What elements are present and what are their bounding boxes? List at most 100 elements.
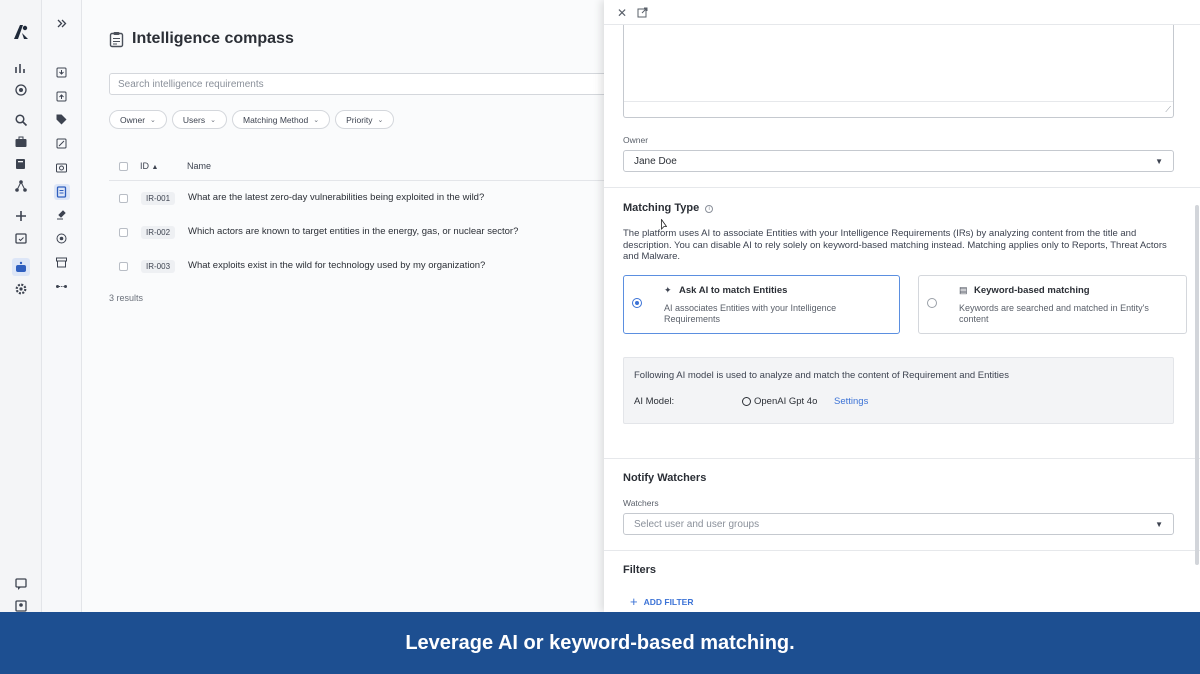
- option-description: Keywords are searched and matched in Ent…: [959, 303, 1149, 324]
- watchers-select[interactable]: Select user and user groups ▼: [623, 513, 1174, 535]
- description-textarea[interactable]: ⟋: [623, 25, 1174, 118]
- tag-icon[interactable]: [54, 112, 70, 128]
- ai-model-box: Following AI model is used to analyze an…: [623, 357, 1174, 424]
- main-content: Intelligence compass Search intelligence…: [82, 0, 609, 612]
- search-input[interactable]: Search intelligence requirements: [109, 73, 609, 95]
- radio-ai-match[interactable]: [632, 298, 642, 308]
- expand-sidebar-icon[interactable]: [54, 16, 70, 32]
- filter-bar: Owner ⌄ Users ⌄ Matching Method ⌄ Priority ⌄: [109, 110, 395, 129]
- radio-keyword-match[interactable]: [927, 298, 937, 308]
- id-badge: IR-003: [141, 260, 176, 273]
- resize-handle-icon[interactable]: ⟋: [1165, 105, 1171, 115]
- notify-watchers-title: Notify Watchers: [623, 472, 707, 484]
- owner-label: Owner: [623, 135, 649, 145]
- divider: [604, 187, 1200, 188]
- dashboard-icon[interactable]: [12, 59, 30, 77]
- textarea-divider: [624, 101, 1173, 102]
- filter-owner[interactable]: Owner ⌄: [109, 110, 167, 129]
- owner-select[interactable]: Jane Doe ▼: [623, 150, 1174, 172]
- scrollbar[interactable]: [1195, 205, 1199, 565]
- row-name[interactable]: What are the latest zero-day vulnerabili…: [188, 192, 484, 203]
- filter-matching-method[interactable]: Matching Method ⌄: [232, 110, 331, 129]
- model-label: AI Model:: [634, 396, 675, 407]
- calendar-icon[interactable]: [12, 229, 30, 247]
- filters-title: Filters: [623, 564, 657, 576]
- panel-toolbar: ✕: [604, 0, 1200, 25]
- camera-icon[interactable]: [54, 160, 70, 176]
- row-name[interactable]: What exploits exist in the wild for tech…: [188, 260, 485, 271]
- row-checkbox[interactable]: [119, 262, 128, 271]
- inbox-in-icon[interactable]: [54, 65, 70, 81]
- caret-down-icon: ▼: [1155, 520, 1163, 529]
- info-icon[interactable]: i: [705, 205, 714, 213]
- archive-icon[interactable]: [54, 255, 70, 271]
- caret-down-icon: ▼: [1155, 157, 1163, 166]
- plus-icon[interactable]: [12, 207, 30, 225]
- divider: [604, 458, 1200, 459]
- divider: [604, 550, 1200, 551]
- rule-icon[interactable]: [54, 136, 70, 152]
- row-name[interactable]: Which actors are known to target entitie…: [188, 226, 518, 237]
- select-all-checkbox[interactable]: [119, 162, 128, 171]
- caption-banner: Leverage AI or keyword-based matching.: [0, 612, 1200, 674]
- results-count: 3 results: [109, 293, 144, 303]
- library-icon[interactable]: [12, 155, 30, 173]
- openai-icon: [742, 397, 751, 406]
- clipboard-icon[interactable]: [54, 184, 70, 200]
- add-filter-button[interactable]: + ADD FILTER: [630, 594, 694, 609]
- feedback-icon[interactable]: [12, 575, 30, 593]
- graph-icon[interactable]: [12, 177, 30, 195]
- watchers-label: Watchers: [623, 498, 659, 508]
- filter-priority[interactable]: Priority ⌄: [335, 110, 395, 129]
- robot-icon[interactable]: [12, 258, 30, 276]
- column-name[interactable]: Name: [187, 161, 211, 171]
- column-id[interactable]: ID ▲: [140, 161, 158, 171]
- settings-link[interactable]: Settings: [834, 396, 868, 407]
- radar-icon[interactable]: [54, 231, 70, 247]
- option-description: AI associates Entities with your Intelli…: [664, 303, 837, 324]
- target-icon[interactable]: [12, 81, 30, 99]
- row-checkbox[interactable]: [119, 228, 128, 237]
- edit-requirement-panel: ✕ ⟋ Owner Jane Doe ▼ Matching Type i The …: [604, 0, 1200, 612]
- page-title: Intelligence compass: [132, 30, 294, 47]
- app-logo[interactable]: [11, 22, 31, 42]
- secondary-sidebar: [42, 0, 82, 612]
- id-badge: IR-001: [141, 192, 176, 205]
- search-icon[interactable]: [12, 111, 30, 129]
- id-badge: IR-002: [141, 226, 176, 239]
- chevron-down-icon: ⌄: [210, 116, 216, 124]
- plus-icon: +: [630, 594, 638, 609]
- gavel-icon[interactable]: [54, 207, 70, 223]
- mouse-cursor: [661, 219, 667, 230]
- option-title: Ask AI to match Entities: [679, 285, 788, 296]
- open-external-icon[interactable]: [637, 7, 648, 18]
- close-icon[interactable]: ✕: [617, 6, 627, 20]
- page-header: Intelligence compass: [109, 30, 294, 48]
- primary-sidebar: [0, 0, 42, 612]
- table-row[interactable]: IR-001 What are the latest zero-day vuln…: [109, 183, 604, 213]
- table-header: ID ▲ Name: [109, 155, 604, 181]
- chevron-down-icon: ⌄: [150, 116, 156, 124]
- chevron-down-icon: ⌄: [313, 116, 320, 124]
- option-ai-match[interactable]: ✦ Ask AI to match Entities AI associates…: [623, 275, 900, 334]
- matching-type-description: The platform uses AI to associate Entiti…: [623, 228, 1167, 262]
- option-keyword-match[interactable]: ▤ Keyword-based matching Keywords are se…: [918, 275, 1187, 334]
- model-value: OpenAI Gpt 4o: [742, 396, 817, 407]
- option-title: Keyword-based matching: [974, 285, 1090, 296]
- table-row[interactable]: IR-002 Which actors are known to target …: [109, 217, 604, 247]
- chevron-down-icon: ⌄: [377, 116, 384, 124]
- matching-type-title: Matching Type i: [623, 202, 714, 214]
- clipboard-icon: [109, 31, 124, 47]
- briefcase-icon[interactable]: [12, 133, 30, 151]
- sort-asc-icon: ▲: [151, 164, 159, 171]
- model-note: Following AI model is used to analyze an…: [634, 370, 1009, 381]
- caption-text: Leverage AI or keyword-based matching.: [405, 631, 795, 654]
- gear-icon[interactable]: [12, 280, 30, 298]
- sparkle-icon: ✦: [664, 285, 672, 295]
- table-row[interactable]: IR-003 What exploits exist in the wild f…: [109, 251, 604, 281]
- inbox-out-icon[interactable]: [54, 89, 70, 105]
- connector-icon[interactable]: [54, 279, 70, 295]
- filter-users[interactable]: Users ⌄: [171, 110, 227, 129]
- keyword-icon: ▤: [959, 285, 968, 295]
- row-checkbox[interactable]: [119, 194, 128, 203]
